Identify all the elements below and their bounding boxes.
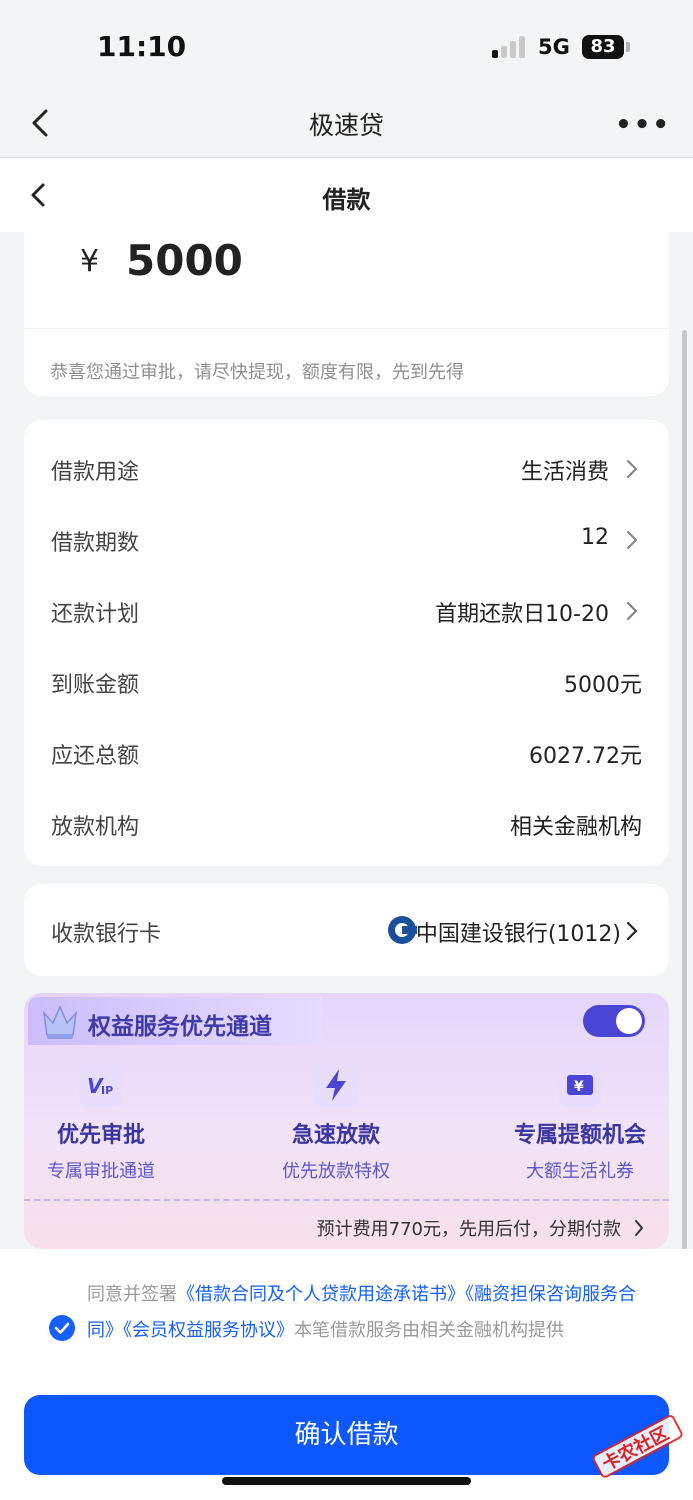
perk-desc: 大额生活礼券 bbox=[526, 1161, 634, 1182]
benefit-title: 权益服务优先通道 bbox=[88, 1014, 272, 1040]
perk-name: 急速放款 bbox=[291, 1123, 380, 1148]
home-indicator bbox=[222, 1477, 471, 1485]
status-time: 11:10 bbox=[97, 30, 187, 63]
row-value: 5000元 bbox=[564, 673, 642, 698]
check-icon bbox=[54, 1322, 70, 1334]
agree-checkbox[interactable] bbox=[49, 1315, 75, 1341]
bank-card-row[interactable]: 收款银行卡 中国建设银行(1012) bbox=[24, 884, 669, 976]
lightning-icon bbox=[314, 1063, 358, 1107]
scrollbar[interactable] bbox=[682, 330, 687, 1250]
row-label: 到账金额 bbox=[51, 673, 140, 698]
row-value: 首期还款日10-20 bbox=[435, 602, 609, 627]
membership-agreement-link[interactable]: 《会员权益服务协议》 bbox=[123, 1320, 294, 1341]
row-label: 应还总额 bbox=[51, 744, 140, 769]
page-header: 借款 bbox=[0, 158, 693, 232]
svg-text:¥: ¥ bbox=[574, 1079, 584, 1095]
row-repayment-plan[interactable]: 还款计划 首期还款日10-20 bbox=[24, 574, 669, 644]
currency-symbol: ¥ bbox=[80, 244, 100, 279]
row-label: 借款用途 bbox=[51, 460, 140, 485]
loan-contract-link[interactable]: 《借款合同及个人贷款用途承诺书》 bbox=[177, 1284, 465, 1305]
bank-name: 中国建设银行(1012) bbox=[415, 922, 621, 947]
row-received-amount: 到账金额 5000元 bbox=[24, 645, 669, 715]
perk-desc: 优先放款特权 bbox=[282, 1161, 390, 1182]
amount-card: ¥ 5000 恭喜您通过审批，请尽快提现，额度有限，先到先得 bbox=[24, 230, 669, 396]
crown-icon bbox=[42, 1005, 78, 1039]
confirm-loan-button[interactable]: 确认借款 bbox=[24, 1395, 669, 1475]
row-loan-purpose[interactable]: 借款用途 生活消费 bbox=[24, 432, 669, 502]
toggle-knob bbox=[616, 1008, 642, 1034]
network-type: 5G bbox=[538, 35, 570, 59]
row-value: 12 bbox=[581, 525, 609, 550]
benefit-toggle[interactable] bbox=[583, 1005, 645, 1037]
divider bbox=[24, 328, 669, 329]
benefit-header: 权益服务优先通道 bbox=[28, 997, 322, 1045]
loan-amount[interactable]: 5000 bbox=[126, 236, 243, 285]
agreement-prefix: 同意并签署 bbox=[87, 1284, 177, 1305]
row-loan-term[interactable]: 借款期数 12 bbox=[24, 503, 669, 573]
app-title: 极速贷 bbox=[308, 111, 384, 140]
row-label: 还款计划 bbox=[51, 602, 140, 627]
chevron-right-icon bbox=[626, 459, 638, 479]
chevron-right-icon bbox=[626, 921, 638, 941]
vip-icon: V IP bbox=[79, 1063, 123, 1107]
chevron-right-icon bbox=[635, 1220, 643, 1236]
perk-desc: 专属审批通道 bbox=[47, 1161, 155, 1182]
battery-tip bbox=[626, 42, 630, 52]
perk-fast-disbursement: 急速放款 优先放款特权 bbox=[241, 1063, 431, 1183]
dashed-divider bbox=[24, 1199, 669, 1201]
yen-coupon-icon: ¥ bbox=[558, 1063, 602, 1107]
watermark-logo: 卡农社区 bbox=[592, 1415, 683, 1478]
approval-note: 恭喜您通过审批，请尽快提现，额度有限，先到先得 bbox=[50, 362, 464, 383]
row-total-repayment: 应还总额 6027.72元 bbox=[24, 716, 669, 786]
row-value: 6027.72元 bbox=[529, 744, 642, 769]
perk-credit-increase: ¥ 专属提额机会 大额生活礼券 bbox=[485, 1063, 669, 1183]
page-title: 借款 bbox=[322, 186, 371, 214]
row-value: 生活消费 bbox=[520, 460, 609, 485]
top-nav: 极速贷 ••• bbox=[0, 90, 693, 158]
perk-priority-approval: V IP 优先审批 专属审批通道 bbox=[24, 1063, 196, 1183]
loan-details-card: 借款用途 生活消费 借款期数 12 还款计划 首期还款日10-20 到账金额 5… bbox=[24, 420, 669, 866]
chevron-right-icon bbox=[626, 601, 638, 621]
perk-name: 优先审批 bbox=[56, 1123, 145, 1148]
agreement-suffix: 本笔借款服务由相关金融机构提供 bbox=[294, 1320, 564, 1341]
row-lender: 放款机构 相关金融机构 bbox=[24, 787, 669, 857]
status-bar: 11:10 5G 83 bbox=[0, 0, 693, 90]
svg-text:IP: IP bbox=[101, 1084, 113, 1097]
benefit-panel: 权益服务优先通道 V IP 优先审批 专属审批通道 急速放款 优先放款特权 ¥ bbox=[24, 993, 669, 1249]
row-value: 相关金融机构 bbox=[509, 815, 642, 840]
signal-icon bbox=[492, 36, 528, 58]
more-icon[interactable]: ••• bbox=[615, 110, 671, 140]
bank-label: 收款银行卡 bbox=[51, 922, 162, 947]
agreement-text: 同意并签署《借款合同及个人贷款用途承诺书》《融资担保咨询服务合同》《会员权益服务… bbox=[87, 1277, 647, 1349]
battery-icon: 83 bbox=[582, 35, 624, 59]
perk-name: 专属提额机会 bbox=[513, 1123, 646, 1148]
row-label: 借款期数 bbox=[51, 531, 140, 556]
row-label: 放款机构 bbox=[51, 815, 140, 840]
chevron-right-icon bbox=[626, 530, 638, 550]
ccb-logo-icon bbox=[388, 916, 417, 944]
fee-note[interactable]: 预计费用770元，先用后付，分期付款 bbox=[317, 1215, 621, 1241]
